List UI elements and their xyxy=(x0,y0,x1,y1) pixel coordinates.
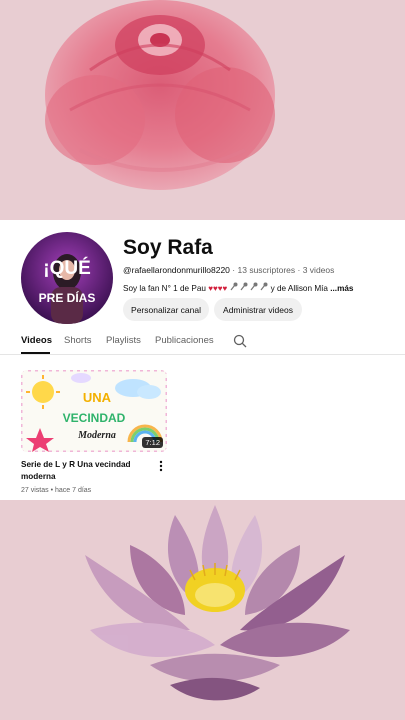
thumb-title-line2: VECINDAD xyxy=(63,411,126,425)
channel-meta: @rafaellarondonmurillo8220 · 13 suscript… xyxy=(123,265,334,275)
microphone-icon xyxy=(260,282,268,291)
search-icon[interactable] xyxy=(233,334,247,348)
avatar[interactable]: ¡QUÉ PRE DÍAS xyxy=(21,232,113,324)
microphone-icon xyxy=(230,282,237,291)
duration-badge: 7:12 xyxy=(142,437,163,448)
thumb-title-line1: UNA xyxy=(83,390,112,405)
video-age: hace 7 días xyxy=(54,487,92,494)
rose-illustration xyxy=(45,0,275,190)
tab-videos[interactable]: Videos xyxy=(21,335,52,346)
manage-videos-button[interactable]: Administrar videos xyxy=(214,298,302,321)
video-thumbnail[interactable]: UNA VECINDAD Moderna 7:12 xyxy=(21,370,167,452)
avatar-text-bottom: PRE DÍAS xyxy=(39,290,96,305)
description-end: y de Allison Mía xyxy=(270,284,328,293)
description-start: Soy la fan N° 1 de Pau xyxy=(123,284,206,293)
video-count: 3 videos xyxy=(302,265,335,275)
channel-handle: @rafaellarondonmurillo8220 xyxy=(123,265,230,275)
channel-name: Soy Rafa xyxy=(123,236,213,259)
video-meta: 27 vistas • hace 7 días xyxy=(21,487,91,494)
subscriber-count: 13 suscriptores xyxy=(237,265,296,275)
heart-icon: ♥ xyxy=(222,284,228,293)
channel-description[interactable]: Soy la fan N° 1 de Pau ♥♥♥♥ y de Allison… xyxy=(123,282,353,293)
tab-publicaciones[interactable]: Publicaciones xyxy=(155,335,214,346)
wallpaper-bottom xyxy=(0,500,405,720)
avatar-text-top: ¡QUÉ xyxy=(43,257,91,279)
more-link[interactable]: ...más xyxy=(330,284,353,293)
customize-channel-button[interactable]: Personalizar canal xyxy=(123,298,209,321)
channel-tabs: Videos Shorts Playlists Publicaciones xyxy=(0,328,405,355)
wallpaper-top xyxy=(0,0,405,220)
thumb-title-line3: Moderna xyxy=(77,430,116,441)
tab-playlists[interactable]: Playlists xyxy=(106,335,141,346)
video-views: 27 vistas xyxy=(21,487,49,494)
active-tab-indicator xyxy=(21,352,50,354)
microphone-icon xyxy=(250,282,258,291)
microphone-icon xyxy=(240,282,248,291)
lotus-illustration xyxy=(85,505,350,701)
channel-panel: ¡QUÉ PRE DÍAS Soy Rafa @rafaellarondonmu… xyxy=(0,220,405,500)
video-title[interactable]: Serie de L y R Una vecindad moderna xyxy=(21,459,146,482)
more-vert-icon[interactable] xyxy=(157,459,165,473)
tab-shorts[interactable]: Shorts xyxy=(64,335,91,346)
